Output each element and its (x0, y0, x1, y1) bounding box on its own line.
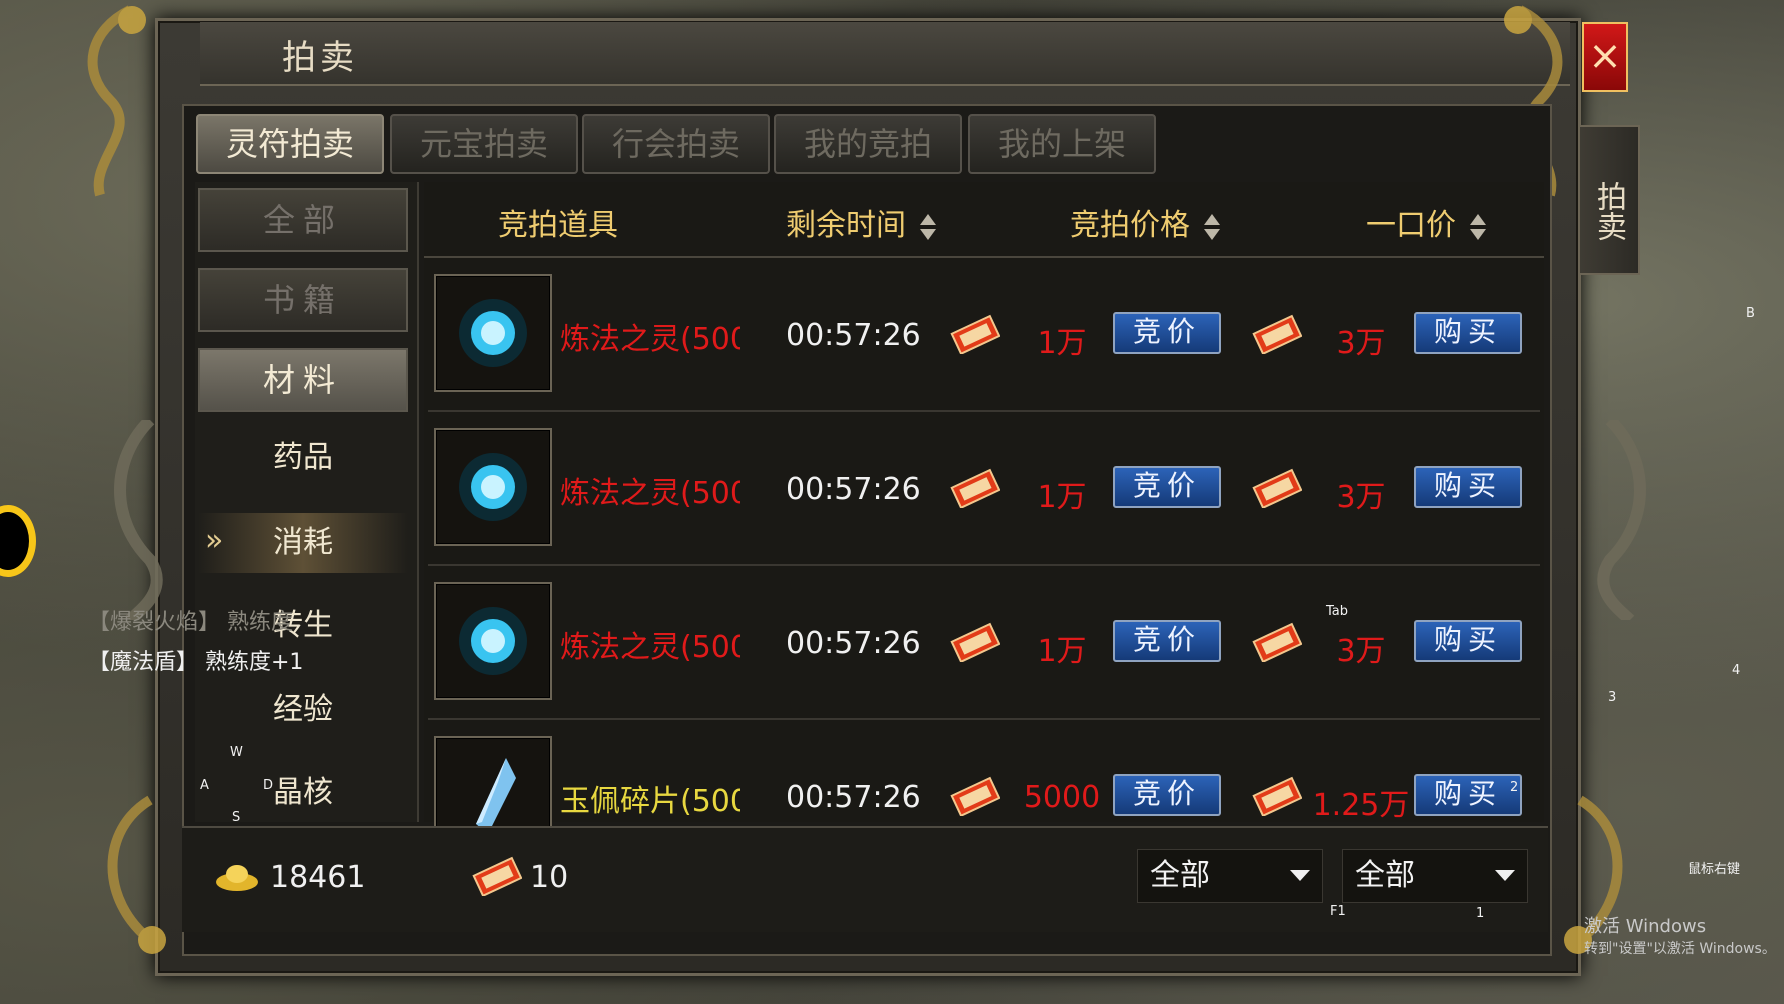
lingfu-ticket-icon (1252, 314, 1303, 356)
compass-w: W (230, 745, 243, 760)
gold-ingot-icon (216, 865, 258, 891)
header-buyout[interactable]: 一口价 (1366, 200, 1486, 244)
filter-dropdown-2[interactable]: 全部 (1342, 849, 1528, 903)
window-title: 拍卖 (282, 38, 358, 78)
lingfu-ticket-icon (950, 314, 1001, 356)
item-name: 炼法之灵(500个 (560, 476, 740, 511)
bid-price: 1万 (1037, 634, 1087, 669)
item-icon-slot[interactable] (434, 582, 552, 700)
skill-ring-icon[interactable] (0, 505, 36, 577)
subcategory-medicine[interactable]: 药品 (198, 428, 408, 488)
dragon-ornament-icon (60, 790, 180, 990)
buyout-price: 3万 (1336, 480, 1386, 515)
subcategory-crystal-core[interactable]: 晶核 (198, 763, 408, 823)
header-time-label: 剩余时间 (786, 208, 906, 243)
blue-orb-icon (436, 607, 550, 702)
lingfu-ticket-icon (1252, 468, 1303, 510)
bid-button[interactable]: 竞价 (1113, 774, 1221, 816)
item-name: 炼法之灵(500个 (560, 630, 740, 665)
category-materials-button[interactable]: 材料 (198, 348, 408, 412)
item-icon-slot[interactable] (434, 428, 552, 546)
title-bar (200, 22, 1570, 86)
header-buyout-label: 一口价 (1366, 208, 1456, 243)
compass-d: D (263, 778, 274, 793)
ticket-balance: 10 (530, 860, 569, 895)
bid-button[interactable]: 竞价 (1113, 620, 1221, 662)
hotkey-f1: F1 (1330, 904, 1346, 919)
sort-icon (1469, 213, 1486, 240)
bid-price: 1万 (1037, 480, 1087, 515)
remaining-time: 00:57:26 (786, 472, 921, 507)
header-bid-label: 竞拍价格 (1070, 208, 1190, 243)
header-divider (424, 256, 1544, 258)
lingfu-ticket-icon (1252, 622, 1303, 664)
windows-watermark-title: 激活 Windows (1584, 916, 1707, 937)
bid-button[interactable]: 竞价 (1113, 312, 1221, 354)
hotkey-2: 2 (1510, 780, 1519, 795)
tab-lingfu-auction[interactable]: 灵符拍卖 (196, 114, 384, 174)
bid-button[interactable]: 竞价 (1113, 466, 1221, 508)
filter-dropdown-1[interactable]: 全部 (1137, 849, 1323, 903)
item-name: 炼法之灵(500个 (560, 322, 740, 357)
remaining-time: 00:57:26 (786, 318, 921, 353)
dragon-ornament-icon (60, 0, 180, 200)
lingfu-ticket-icon (472, 856, 522, 896)
remaining-time: 00:57:26 (786, 626, 921, 661)
gold-balance: 18461 (270, 860, 366, 895)
item-icon-slot[interactable] (434, 274, 552, 392)
item-name: 玉佩碎片(500个 (560, 784, 740, 819)
buyout-price: 3万 (1336, 634, 1386, 669)
tab-yuanbao-auction[interactable]: 元宝拍卖 (390, 114, 578, 174)
buy-button[interactable]: 购买 (1414, 620, 1522, 662)
hotkey-mouse-right: 鼠标右键 (1688, 862, 1741, 877)
filter-dropdown-2-value: 全部 (1355, 858, 1415, 893)
chat-line: 【魔法盾】 熟练度+1 (88, 650, 304, 675)
chevron-down-icon (1290, 870, 1310, 881)
tab-my-bids[interactable]: 我的竞拍 (774, 114, 962, 174)
bid-price: 1万 (1037, 326, 1087, 361)
lingfu-ticket-icon (950, 622, 1001, 664)
subcategory-consumables[interactable]: 消耗 (198, 513, 408, 573)
dragon-ornament-icon (1570, 415, 1690, 625)
dragon-ornament-icon (1550, 790, 1670, 990)
blue-orb-icon (436, 453, 550, 548)
filter-dropdown-1-value: 全部 (1150, 858, 1210, 893)
lingfu-ticket-icon (950, 468, 1001, 510)
sort-icon (919, 213, 936, 240)
bid-price: 5000 (1023, 780, 1101, 815)
hotkey-1: 1 (1476, 906, 1485, 921)
buy-button[interactable]: 购买 (1414, 466, 1522, 508)
chevron-down-icon (1495, 870, 1515, 881)
compass-s: S (232, 810, 241, 825)
lingfu-ticket-icon (1252, 776, 1303, 818)
dragon-ornament-icon (70, 415, 190, 625)
buy-button[interactable]: 购买 (1414, 774, 1522, 816)
compass-a: A (200, 778, 209, 793)
buy-button[interactable]: 购买 (1414, 312, 1522, 354)
lingfu-ticket-icon (950, 776, 1001, 818)
header-item: 竞拍道具 (498, 208, 618, 243)
sort-icon (1203, 213, 1220, 240)
hotkey-tab: Tab (1326, 604, 1349, 619)
chat-line-faded: 【爆裂火焰】 熟练度 (88, 610, 293, 635)
hotkey-4: 4 (1732, 663, 1741, 678)
windows-watermark-subtitle: 转到"设置"以激活 Windows。 (1584, 941, 1776, 957)
hotkey-3: 3 (1608, 690, 1617, 705)
hotkey-b: B (1746, 306, 1755, 321)
blue-orb-icon (436, 299, 550, 394)
subcategory-experience[interactable]: 经验 (198, 680, 408, 740)
tab-guild-auction[interactable]: 行会拍卖 (582, 114, 770, 174)
remaining-time: 00:57:26 (786, 780, 921, 815)
header-remaining-time[interactable]: 剩余时间 (786, 200, 936, 244)
category-books-button[interactable]: 书籍 (198, 268, 408, 332)
buyout-price: 1.25万 (1312, 788, 1410, 823)
buyout-price: 3万 (1336, 326, 1386, 361)
selected-chevron-icon: » (205, 523, 224, 558)
header-bid-price[interactable]: 竞拍价格 (1070, 200, 1220, 244)
tab-my-listings[interactable]: 我的上架 (968, 114, 1156, 174)
category-all-button[interactable]: 全部 (198, 188, 408, 252)
